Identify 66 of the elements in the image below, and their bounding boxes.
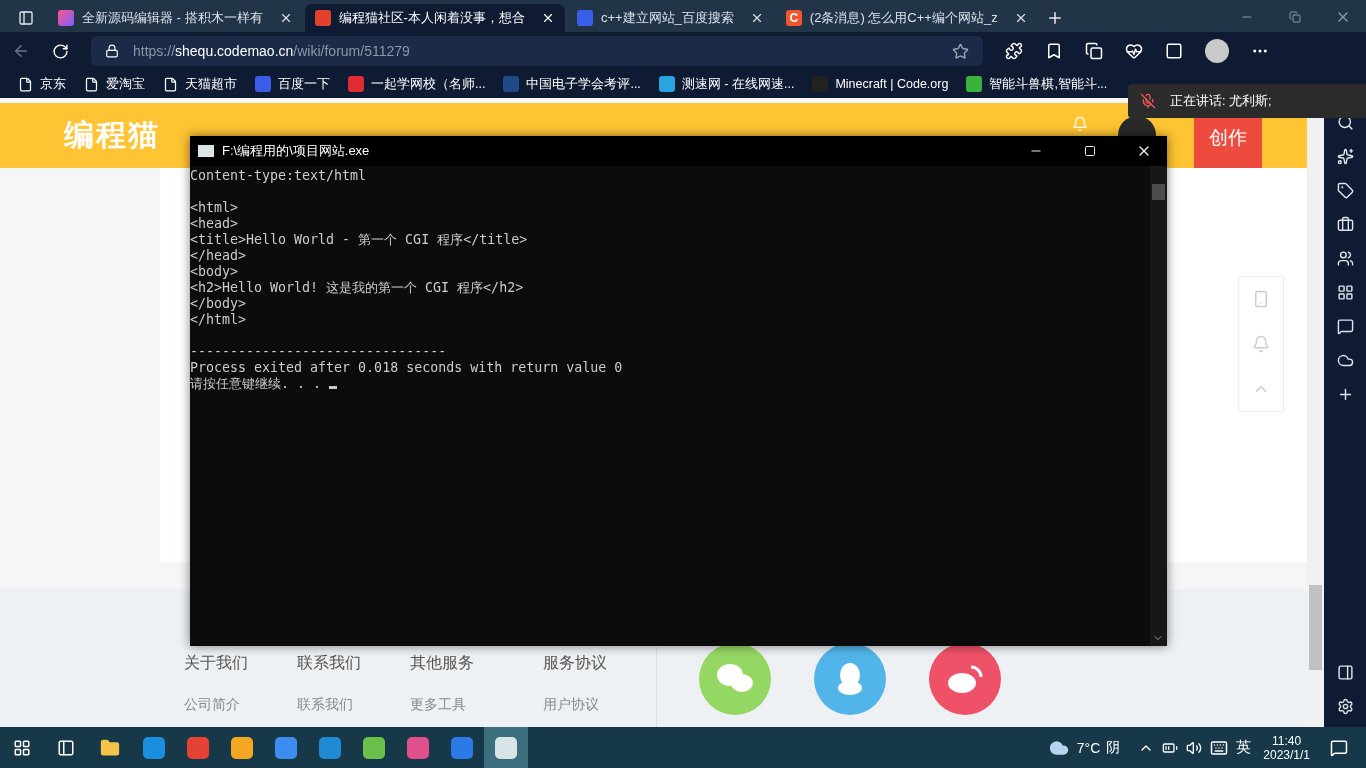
footer-heading: 关于我们	[184, 653, 249, 673]
back-icon[interactable]	[12, 42, 30, 60]
text-cursor	[329, 386, 338, 389]
bookmark[interactable]: 中国电子学会考评...	[503, 75, 641, 93]
volume-icon[interactable]	[1186, 739, 1203, 756]
console-line: </html>	[190, 312, 247, 328]
browser-tab[interactable]: C (2条消息) 怎么用C++编个网站_z	[775, 4, 1038, 32]
lock-icon	[105, 44, 119, 58]
bookmark[interactable]: 智能斗兽棋,智能斗...	[966, 75, 1108, 93]
reload-icon[interactable]	[52, 42, 69, 60]
page-icon	[84, 76, 99, 92]
favorites-icon[interactable]	[1045, 42, 1063, 60]
window-title: F:\编程用的\项目网站.exe	[222, 142, 371, 160]
clock-time[interactable]: 11:40	[1272, 733, 1302, 748]
console-line: <h2>Hello World! 这是我的第一个 CGI 程序</h2>	[190, 280, 524, 296]
notification-icon[interactable]	[1330, 738, 1348, 757]
panel-icon[interactable]	[1336, 664, 1354, 681]
console-line: --------------------------------	[190, 344, 447, 360]
console-app-icon[interactable]	[484, 727, 528, 768]
bookmark[interactable]: 爱淘宝	[84, 75, 145, 93]
console-line: </body>	[190, 296, 247, 312]
browser-tab[interactable]: c++建立网站_百度搜索	[566, 4, 774, 32]
bookmark[interactable]: 百度一下	[255, 75, 330, 93]
profile-avatar[interactable]	[1205, 39, 1229, 63]
bookmark[interactable]: 京东	[18, 75, 66, 93]
browser-tab[interactable]: 编程猫社区-本人闲着没事，想合	[304, 4, 565, 32]
letter-icon: C	[785, 10, 802, 26]
health-icon[interactable]	[1125, 42, 1143, 60]
console-line: Content-type:text/html	[190, 168, 367, 184]
footer-heading: 服务协议	[543, 653, 608, 673]
footer-heading: 其他服务	[410, 653, 475, 673]
ime-indicator[interactable]: 英	[1236, 738, 1252, 757]
bookmark[interactable]: Minecraft | Code.org	[812, 76, 949, 92]
collections-icon[interactable]	[1085, 42, 1103, 60]
sparkle-icon[interactable]	[1336, 148, 1354, 165]
briefcase-icon[interactable]	[1336, 216, 1354, 233]
weather-condition: 阴	[1106, 738, 1121, 757]
keyboard-icon[interactable]	[1210, 738, 1229, 757]
console-line: </head>	[190, 248, 247, 264]
footer-heading: 联系我们	[297, 653, 362, 673]
cloud-icon[interactable]	[1336, 352, 1354, 369]
console-line: Process exited after 0.018 seconds with return value 0	[190, 360, 623, 376]
console-line: <title>Hello World - 第一个 CGI 程序</title>	[190, 232, 528, 248]
extensions-icon[interactable]	[1005, 42, 1023, 60]
settings-icon[interactable]	[1336, 698, 1354, 715]
scrollbar[interactable]	[1150, 166, 1167, 646]
scrollbar-thumb[interactable]	[1152, 184, 1165, 200]
clock-date[interactable]: 2023/1/1	[1263, 747, 1310, 762]
favorite-icon[interactable]	[952, 42, 969, 60]
address-bar[interactable]: https://shequ.codemao.cn/wiki/forum/511279	[91, 36, 983, 66]
tag-icon[interactable]	[1336, 182, 1354, 199]
page-icon	[163, 76, 178, 92]
bookmark[interactable]: 一起学网校（名师...	[348, 75, 486, 93]
temperature: 7°C	[1076, 739, 1101, 756]
people-icon[interactable]	[1336, 250, 1354, 267]
page-icon	[18, 76, 33, 92]
bookmark[interactable]: 天猫超市	[163, 75, 237, 93]
console-line: 请按任意键继续. . .	[190, 376, 322, 392]
console-icon	[198, 145, 214, 157]
bookmark[interactable]: 测速网 - 在线网速...	[658, 75, 795, 93]
console-line: <head>	[190, 216, 239, 232]
app-icon	[58, 10, 74, 26]
console-line: <html>	[190, 200, 239, 216]
console-line: <body>	[190, 264, 239, 280]
browser-tab[interactable]: 全新源码编辑器 - 搭积木一样有	[48, 4, 303, 32]
mic-off-icon	[1140, 93, 1156, 109]
